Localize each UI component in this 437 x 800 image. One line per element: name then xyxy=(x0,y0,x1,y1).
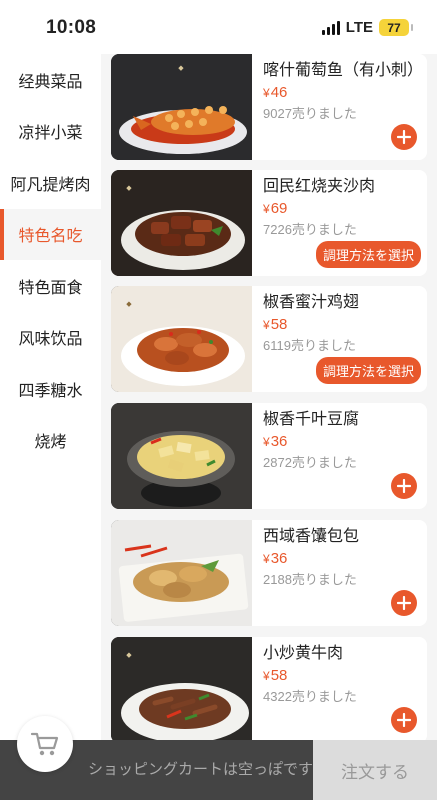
dish-sold-count: 7226売りました xyxy=(263,222,357,237)
dish-sold-count: 9027売りました xyxy=(263,106,357,121)
add-to-cart-button[interactable] xyxy=(391,590,417,616)
sidebar-item-label: 阿凡提烤肉 xyxy=(10,176,91,194)
dish-name: 喀什葡萄鱼（有小刺） xyxy=(263,62,424,79)
sidebar-item-classic[interactable]: 经典菜品 xyxy=(0,54,101,106)
dish-sold-count: 2872売りました xyxy=(263,455,357,470)
dish-name: 椒香蜜汁鸡翅 xyxy=(263,294,360,311)
dish-sold-count: 6119売りました xyxy=(263,338,356,353)
plus-icon xyxy=(397,130,411,144)
menu-item[interactable]: ◆ 椒香蜜汁鸡翅 ¥58 6119売りました 調理方法を選択 xyxy=(111,286,427,392)
sidebar-item-grill[interactable]: 烧烤 xyxy=(0,415,101,467)
sidebar-item-drinks[interactable]: 风味饮品 xyxy=(0,312,101,364)
cart-empty-text: ショッピングカートは空っぽです xyxy=(88,761,314,778)
select-cooking-method-button[interactable]: 調理方法を選択 xyxy=(315,357,421,384)
status-indicators: LTE 77 xyxy=(321,19,413,36)
menu-item[interactable]: ◆ 喀什葡萄鱼（有小刺） ¥46 9027売りました xyxy=(111,54,427,160)
select-cooking-method-button[interactable]: 調理方法を選択 xyxy=(315,241,421,268)
status-time: 10:08 xyxy=(46,17,97,38)
dish-sold-count: 4322売りました xyxy=(263,689,357,704)
svg-text:◆: ◆ xyxy=(126,300,132,308)
category-sidebar: 经典菜品 凉拌小菜 阿凡提烤肉 特色名吃 特色面食 风味饮品 四季糖水 烧烤 xyxy=(0,54,101,744)
dish-name: 小炒黄牛肉 xyxy=(263,645,344,662)
status-bar: 10:08 LTE 77 xyxy=(0,0,437,54)
plus-icon xyxy=(397,596,411,610)
dish-image: ◆ xyxy=(111,286,252,392)
plus-icon xyxy=(397,479,411,493)
dish-price: ¥36 xyxy=(263,550,288,567)
svg-text:◆: ◆ xyxy=(126,651,132,659)
menu-item[interactable]: ◆ 回民红烧夹沙肉 ¥69 7226売りました 調理方法を選択 xyxy=(111,170,427,276)
add-to-cart-button[interactable] xyxy=(391,473,417,499)
network-label: LTE xyxy=(345,19,373,36)
dish-image: ◆ xyxy=(111,54,252,160)
battery-icon: 77 xyxy=(379,19,413,36)
shopping-cart-icon xyxy=(30,732,59,756)
sidebar-item-desserts[interactable]: 四季糖水 xyxy=(0,363,101,415)
dish-image: ◆ xyxy=(111,637,252,743)
sidebar-item-label: 凉拌小菜 xyxy=(18,125,83,143)
dish-name: 回民红烧夹沙肉 xyxy=(263,178,376,195)
sidebar-item-noodles[interactable]: 特色面食 xyxy=(0,260,101,312)
svg-text:◆: ◆ xyxy=(126,184,132,192)
dish-name: 西域香馕包包 xyxy=(263,528,360,545)
sidebar-item-cold-dishes[interactable]: 凉拌小菜 xyxy=(0,106,101,158)
signal-icon xyxy=(321,20,340,35)
menu-list[interactable]: ◆ 喀什葡萄鱼（有小刺） ¥46 9027売りました ◆ 回民红烧夹沙肉 ¥69… xyxy=(101,54,437,744)
sidebar-item-label: 经典菜品 xyxy=(18,73,83,91)
dish-image xyxy=(111,403,252,509)
dish-price: ¥58 xyxy=(263,667,288,684)
plus-icon xyxy=(397,713,411,727)
dish-price: ¥36 xyxy=(263,433,288,450)
place-order-button[interactable]: 注文する xyxy=(313,740,437,800)
dish-price: ¥69 xyxy=(263,200,288,217)
sidebar-item-label: 特色名吃 xyxy=(18,228,83,246)
dish-info: 西域香馕包包 ¥36 2188売りました xyxy=(263,526,423,588)
add-to-cart-button[interactable] xyxy=(391,124,417,150)
sidebar-item-specialties[interactable]: 特色名吃 xyxy=(0,208,101,260)
dish-price: ¥58 xyxy=(263,316,288,333)
sidebar-item-label: 烧烤 xyxy=(34,434,67,452)
sidebar-item-label: 特色面食 xyxy=(18,279,83,297)
cart-button[interactable] xyxy=(17,716,73,772)
menu-item[interactable]: 西域香馕包包 ¥36 2188売りました xyxy=(111,520,427,626)
sidebar-item-bbq-meat[interactable]: 阿凡提烤肉 xyxy=(0,157,101,209)
dish-image: ◆ xyxy=(111,170,252,276)
dish-info: 小炒黄牛肉 ¥58 4322売りました xyxy=(263,643,423,705)
dish-sold-count: 2188売りました xyxy=(263,572,357,587)
dish-info: 椒香千叶豆腐 ¥36 2872売りました xyxy=(263,409,423,471)
dish-image xyxy=(111,520,252,626)
menu-item[interactable]: 椒香千叶豆腐 ¥36 2872売りました xyxy=(111,403,427,509)
menu-item[interactable]: ◆ 小炒黄牛肉 ¥58 4322売りました xyxy=(111,637,427,743)
dish-price: ¥46 xyxy=(263,84,288,101)
sidebar-item-label: 四季糖水 xyxy=(18,382,83,400)
dish-info: 椒香蜜汁鸡翅 ¥58 6119売りました xyxy=(263,292,423,354)
add-to-cart-button[interactable] xyxy=(391,707,417,733)
dish-name: 椒香千叶豆腐 xyxy=(263,411,360,428)
dish-info: 回民红烧夹沙肉 ¥69 7226売りました xyxy=(263,176,423,238)
svg-text:◆: ◆ xyxy=(178,64,184,72)
sidebar-item-label: 风味饮品 xyxy=(18,331,83,349)
dish-info: 喀什葡萄鱼（有小刺） ¥46 9027売りました xyxy=(263,60,423,122)
